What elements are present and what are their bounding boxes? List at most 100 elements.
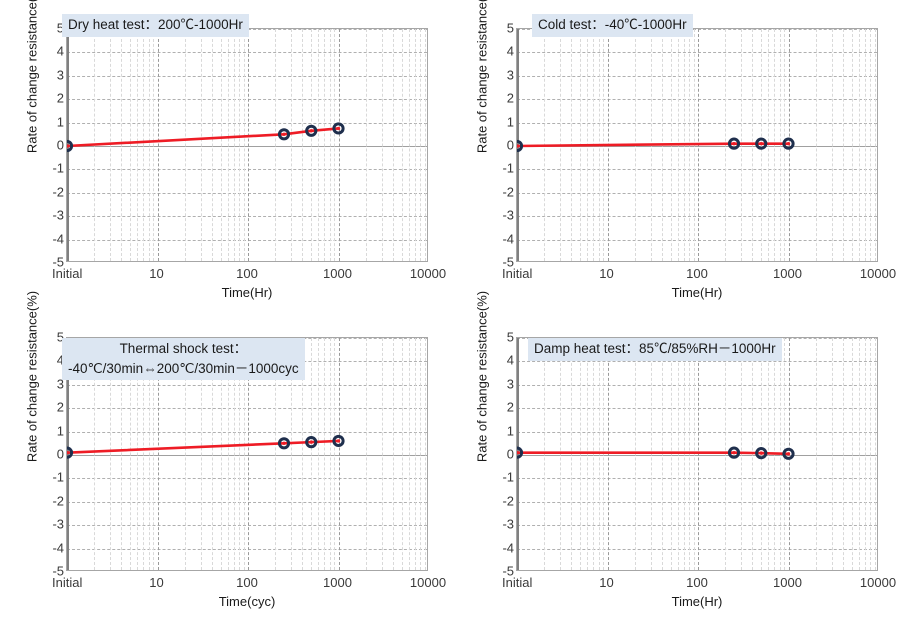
y-tick-label: 1 (56, 114, 64, 130)
y-tick-label: 4 (56, 43, 64, 59)
plot-area (66, 28, 428, 262)
data-point-core (786, 452, 791, 456)
y-tick-label: -2 (52, 184, 64, 200)
y-tick-label: 4 (56, 352, 64, 368)
y-tick-label: 2 (56, 90, 64, 106)
x-tick-label: 10000 (859, 266, 897, 281)
y-tick-label: 3 (56, 376, 64, 392)
y-tick-label: 4 (506, 43, 514, 59)
y-tick-label: 2 (506, 90, 514, 106)
chart-panel-cold: Rate of change resistance(%) 5 4 3 2 1 0 -1 -2-… (450, 0, 900, 309)
y-tick-label: 2 (506, 399, 514, 415)
y-tick-label: -4 (502, 540, 514, 556)
x-tick-label: 1000 (323, 575, 352, 590)
y-tick-label: -1 (502, 469, 514, 485)
y-tick-label: -3 (502, 207, 514, 223)
x-tick-label: Initial (52, 575, 83, 590)
chart-title-line-1: Thermal shock test： (119, 341, 248, 356)
x-tick-label: Initial (52, 266, 83, 281)
y-tick-label: -4 (52, 231, 64, 247)
y-tick-label: 1 (506, 114, 514, 130)
series-line (517, 142, 789, 148)
chart-title-line-2: -40℃/30min⇔200℃/30min－1000cyc (68, 360, 299, 376)
y-tick-label: -1 (502, 160, 514, 176)
x-tick-label: 1000 (323, 266, 352, 281)
data-series-layer (517, 446, 795, 460)
x-tick-labels: Initial 10 100 1000 10000 (52, 266, 446, 284)
chart-grid: Rate of change resistance(%) 5 4 3 2 1 0 -1 -2-… (0, 0, 900, 618)
chart-title-dry-heat: Dry heat test：200℃-1000Hr (62, 14, 249, 37)
series-line (67, 439, 339, 454)
y-tick-label: -3 (52, 207, 64, 223)
x-axis-title: Time(cyc) (218, 594, 276, 609)
data-point-core (336, 439, 341, 443)
x-axis-title: Time(Hr) (221, 285, 273, 300)
y-tick-label: 5 (56, 329, 64, 345)
y-tick-label: -4 (52, 540, 64, 556)
y-tick-labels: 5 4 3 2 1 0 -1 -2 -3 -4 -5 (30, 330, 64, 579)
x-tick-label: 10000 (409, 266, 447, 281)
y-tick-label: -1 (52, 160, 64, 176)
y-tick-label: 5 (506, 329, 514, 345)
data-point-core (282, 132, 286, 136)
x-axis-title: Time(Hr) (671, 594, 723, 609)
x-tick-label: 10 (149, 575, 164, 590)
y-tick-label: 1 (56, 423, 64, 439)
x-tick-labels: Initial 10 100 1000 10000 (502, 266, 896, 284)
data-series-layer (67, 122, 345, 153)
data-point-core (336, 126, 341, 131)
y-tick-label: 2 (56, 399, 64, 415)
x-axis-title: Time(Hr) (671, 285, 723, 300)
x-tick-label: 100 (686, 575, 708, 590)
y-tick-label: 0 (506, 446, 514, 462)
x-tick-label: 10 (599, 266, 614, 281)
x-tick-label: 10000 (409, 575, 447, 590)
y-tick-label: -3 (52, 516, 64, 532)
data-point-core (282, 441, 286, 445)
x-tick-label: 100 (686, 266, 708, 281)
y-tick-label: 5 (506, 20, 514, 36)
plot-area (516, 337, 878, 571)
data-point-core (759, 451, 763, 455)
data-point-core (309, 129, 313, 133)
x-tick-label: 100 (236, 575, 258, 590)
chart-title-damp-heat: Damp heat test：85℃/85%RH－1000Hr (528, 338, 782, 361)
y-tick-label: -3 (502, 516, 514, 532)
y-tick-label: 3 (506, 376, 514, 392)
x-tick-label: Initial (502, 266, 533, 281)
y-tick-label: -2 (502, 184, 514, 200)
y-tick-label: 0 (506, 137, 514, 153)
data-series-layer (517, 137, 795, 153)
series-line (67, 127, 339, 148)
plot-area (516, 28, 878, 262)
y-tick-label: 3 (506, 67, 514, 83)
data-point-core (732, 450, 736, 455)
x-tick-labels: Initial 10 100 1000 10000 (52, 575, 446, 593)
x-tick-labels: Initial 10 100 1000 10000 (502, 575, 896, 593)
x-tick-label: Initial (502, 575, 533, 590)
chart-panel-dry-heat: Rate of change resistance(%) 5 4 3 2 1 0 -1 -2-… (0, 0, 450, 309)
y-tick-label: 1 (506, 423, 514, 439)
x-tick-label: 100 (236, 266, 258, 281)
y-tick-labels: 5 4 3 2 1 0 -1 -2 -3 -4 -5 (480, 330, 514, 579)
data-point-core (732, 141, 736, 146)
y-tick-label: -1 (52, 469, 64, 485)
x-tick-label: 10 (149, 266, 164, 281)
y-tick-label: 0 (56, 446, 64, 462)
data-point-core (786, 141, 791, 146)
x-tick-label: 1000 (773, 266, 802, 281)
chart-title-cold: Cold test：-40℃-1000Hr (532, 14, 693, 37)
series-line (517, 451, 789, 456)
y-tick-label: -2 (52, 493, 64, 509)
y-tick-label: 5 (56, 20, 64, 36)
data-point-core (759, 141, 763, 146)
y-tick-label: 0 (56, 137, 64, 153)
data-point-core (309, 440, 313, 444)
y-tick-label: 4 (506, 352, 514, 368)
y-tick-labels: 5 4 3 2 1 0 -1 -2 -3 -4 -5 (30, 21, 64, 270)
y-tick-label: -2 (502, 493, 514, 509)
chart-title-thermal-shock: Thermal shock test： -40℃/30min⇔200℃/30min… (62, 338, 305, 381)
y-tick-label: 3 (56, 67, 64, 83)
y-tick-labels: 5 4 3 2 1 0 -1 -2 -3 -4 -5 (480, 21, 514, 270)
y-tick-label: -4 (502, 231, 514, 247)
